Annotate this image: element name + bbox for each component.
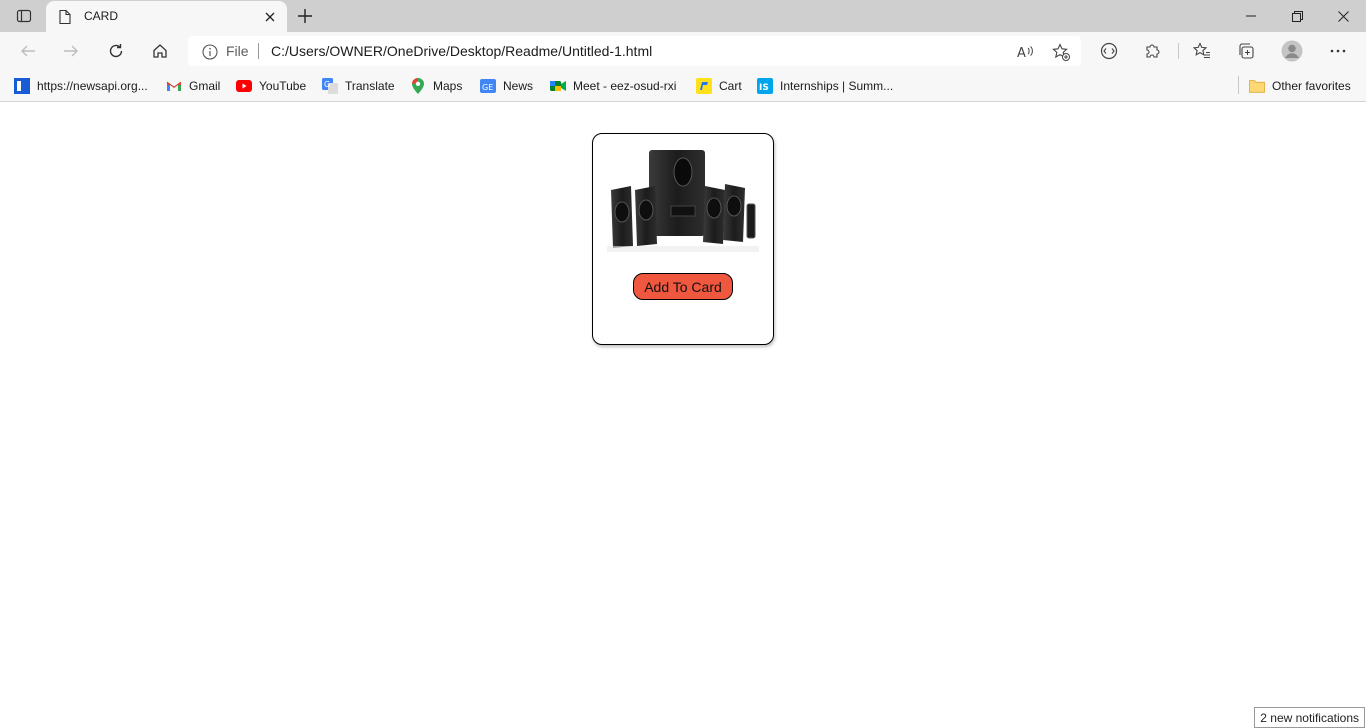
cart-icon — [696, 78, 712, 94]
internshala-icon: IS — [757, 78, 773, 94]
youtube-icon — [236, 78, 252, 94]
close-window-icon[interactable] — [1320, 0, 1366, 32]
restore-icon[interactable] — [1274, 0, 1320, 32]
more-menu-icon[interactable] — [1323, 37, 1353, 65]
back-icon[interactable] — [12, 37, 44, 65]
bookmark-cart[interactable]: Cart — [696, 76, 742, 96]
svg-text:IS: IS — [759, 83, 769, 93]
gmail-icon — [166, 78, 182, 94]
new-tab-icon[interactable] — [292, 4, 318, 28]
profile-avatar[interactable] — [1277, 37, 1307, 65]
bookmark-maps[interactable]: Maps — [410, 76, 462, 96]
svg-text:GE: GE — [482, 83, 493, 92]
toolbar-separator — [1178, 43, 1179, 59]
bookmark-label: News — [503, 79, 534, 93]
bookmark-label: Internships | Summ... — [780, 79, 894, 93]
svg-text:G: G — [324, 80, 330, 89]
forward-icon[interactable] — [55, 37, 87, 65]
collections-icon[interactable] — [1231, 37, 1261, 65]
minimize-icon[interactable] — [1228, 0, 1274, 32]
favorites-icon[interactable] — [1187, 37, 1217, 65]
navigation-bar: File C:/Users/OWNER/OneDrive/Desktop/Rea… — [0, 32, 1366, 70]
notifications-indicator[interactable]: 2 new notifications — [1254, 707, 1365, 728]
page-icon — [58, 9, 72, 30]
translate-icon: G — [322, 78, 338, 94]
favorites-separator — [1238, 76, 1239, 94]
maps-icon — [410, 78, 426, 94]
bookmark-youtube[interactable]: YouTube — [236, 76, 306, 96]
bookmark-news[interactable]: GE News — [480, 76, 533, 96]
browser-essentials-icon[interactable] — [1094, 37, 1124, 65]
active-tab[interactable]: CARD — [46, 1, 287, 32]
svg-text:A: A — [1017, 46, 1026, 60]
home-icon[interactable] — [144, 37, 176, 65]
bookmark-other-favorites[interactable]: Other favorites — [1249, 76, 1351, 96]
info-icon[interactable] — [202, 44, 218, 65]
close-tab-icon[interactable] — [261, 8, 279, 26]
add-to-card-button[interactable]: Add To Card — [633, 273, 733, 300]
product-card: Add To Card — [592, 133, 774, 345]
bookmark-meet[interactable]: Meet - eez-osud-rxi — [550, 76, 676, 96]
bookmark-newsapi[interactable]: https://newsapi.org... — [14, 76, 148, 96]
bookmark-label: https://newsapi.org... — [37, 79, 148, 93]
bookmark-label: Translate — [345, 79, 395, 93]
newsapi-icon — [14, 78, 30, 94]
bookmark-label: Other favorites — [1272, 79, 1351, 93]
bookmark-label: Maps — [433, 79, 463, 93]
tab-actions-icon[interactable] — [8, 4, 40, 28]
refresh-icon[interactable] — [100, 37, 132, 65]
bookmark-label: Cart — [719, 79, 742, 93]
url-text[interactable]: C:/Users/OWNER/OneDrive/Desktop/Readme/U… — [271, 43, 652, 59]
meet-icon — [550, 78, 566, 94]
folder-icon — [1249, 78, 1265, 94]
address-bar[interactable]: File C:/Users/OWNER/OneDrive/Desktop/Rea… — [188, 36, 1081, 66]
bookmark-translate[interactable]: G Translate — [322, 76, 395, 96]
url-separator — [258, 43, 259, 59]
tab-strip: CARD — [0, 0, 1366, 32]
news-icon: GE — [480, 78, 496, 94]
bookmark-label: Meet - eez-osud-rxi — [573, 79, 677, 93]
url-scheme: File — [226, 43, 249, 59]
bookmark-internships[interactable]: IS Internships | Summ... — [757, 76, 893, 96]
favorites-bar: https://newsapi.org... Gmail YouTube G T… — [0, 70, 1366, 102]
read-aloud-icon[interactable]: A — [1014, 41, 1036, 63]
bookmark-label: YouTube — [259, 79, 307, 93]
extensions-icon[interactable] — [1138, 37, 1168, 65]
speaker-system-image — [607, 146, 759, 252]
add-favorite-icon[interactable] — [1050, 41, 1072, 63]
bookmark-gmail[interactable]: Gmail — [166, 76, 220, 96]
tab-title: CARD — [84, 9, 119, 23]
bookmark-label: Gmail — [189, 79, 221, 93]
